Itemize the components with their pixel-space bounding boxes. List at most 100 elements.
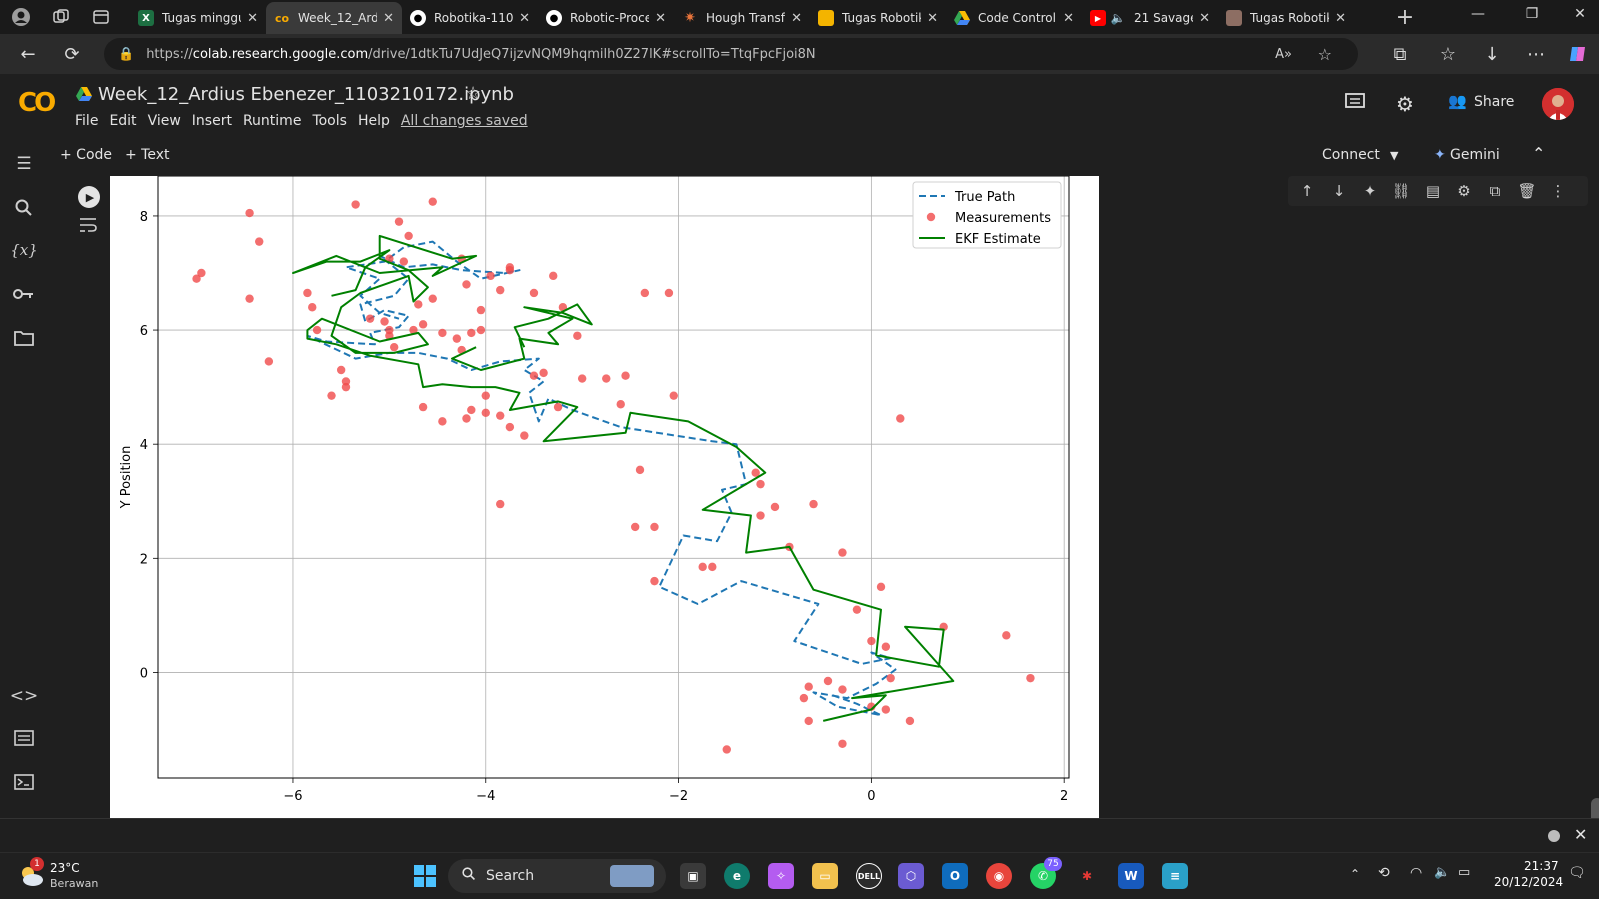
- menu-edit[interactable]: Edit: [109, 113, 136, 129]
- restore-icon[interactable]: ❐: [1518, 6, 1546, 22]
- lock-icon[interactable]: 🔒: [118, 47, 134, 62]
- comment-icon[interactable]: ▤: [1422, 180, 1444, 202]
- downloads-icon[interactable]: ↓: [1480, 42, 1504, 66]
- table-of-contents-icon[interactable]: ☰: [12, 152, 36, 176]
- run-cell-icon[interactable]: ▶: [78, 186, 100, 208]
- menu-view[interactable]: View: [148, 113, 181, 129]
- tab-2[interactable]: ● Robotika-1103 ✕: [402, 2, 538, 34]
- close-icon[interactable]: ✕: [383, 11, 394, 26]
- tab-7[interactable]: ▶ 🔈 21 Savage ✕: [1082, 2, 1218, 34]
- clock-date[interactable]: 20/12/2024: [1494, 875, 1563, 889]
- edge-icon[interactable]: e: [724, 863, 750, 889]
- back-icon[interactable]: ←: [16, 42, 40, 66]
- comments-icon[interactable]: [1344, 92, 1366, 117]
- tab-0[interactable]: X Tugas mingguan ✕: [130, 2, 266, 34]
- menu-help[interactable]: Help: [358, 113, 390, 129]
- settings-icon[interactable]: ⚙: [1396, 92, 1414, 116]
- copilot-icon[interactable]: ✧: [768, 863, 794, 889]
- extensions-icon[interactable]: ⧉: [1388, 42, 1412, 66]
- more-options-icon[interactable]: ⋮: [1547, 180, 1569, 202]
- terminal-icon[interactable]: [12, 770, 36, 794]
- menu-file[interactable]: File: [75, 113, 98, 129]
- variables-icon[interactable]: {x}: [10, 238, 38, 262]
- reload-icon[interactable]: ⟳: [60, 42, 84, 66]
- tab-1[interactable]: co Week_12_Ardius ✕: [266, 2, 402, 34]
- profile-icon[interactable]: [10, 6, 32, 28]
- minimize-icon[interactable]: —: [1464, 6, 1492, 22]
- tab-4[interactable]: ✷ Hough Transform ✕: [674, 2, 810, 34]
- link-icon[interactable]: ⛓: [1390, 180, 1412, 202]
- close-icon[interactable]: ✕: [791, 11, 802, 26]
- visual-studio-icon[interactable]: ⬡: [898, 863, 924, 889]
- menu-tools[interactable]: Tools: [312, 113, 347, 129]
- menu-insert[interactable]: Insert: [192, 113, 232, 129]
- tab-actions-icon[interactable]: [90, 6, 112, 28]
- output-actions-icon[interactable]: [78, 216, 98, 238]
- close-icon[interactable]: ✕: [655, 11, 666, 26]
- close-icon[interactable]: ✕: [1574, 825, 1587, 844]
- taskbar-search[interactable]: Search: [448, 859, 666, 893]
- favorites-icon[interactable]: ☆: [1436, 42, 1460, 66]
- battery-icon[interactable]: ▭: [1458, 865, 1470, 880]
- wifi-icon[interactable]: ◠: [1410, 865, 1422, 881]
- share-button[interactable]: Share: [1474, 94, 1514, 110]
- gemini-button[interactable]: Gemini: [1450, 147, 1500, 163]
- read-aloud-icon[interactable]: A»: [1275, 47, 1292, 62]
- favorite-star-icon[interactable]: ☆: [1318, 45, 1332, 64]
- notifications-icon[interactable]: 🗨: [1568, 865, 1586, 881]
- move-up-icon[interactable]: ↑: [1296, 180, 1318, 202]
- task-view-icon[interactable]: ▣: [680, 863, 706, 889]
- windows-start-icon[interactable]: [412, 863, 438, 889]
- volume-icon[interactable]: 🔈: [1434, 865, 1450, 880]
- search-icon[interactable]: [12, 196, 36, 220]
- code-snippets-icon[interactable]: <>: [10, 684, 39, 708]
- copilot-icon[interactable]: [1566, 42, 1590, 66]
- avatar[interactable]: [1542, 88, 1574, 120]
- more-icon[interactable]: ⋯: [1524, 42, 1548, 66]
- connect-button[interactable]: Connect: [1322, 147, 1380, 163]
- tab-5[interactable]: Tugas Robotika ✕: [810, 2, 946, 34]
- cell-settings-icon[interactable]: ⚙: [1453, 180, 1475, 202]
- close-icon[interactable]: ✕: [927, 11, 938, 26]
- delete-icon[interactable]: 🗑: [1516, 180, 1538, 202]
- notepad-icon[interactable]: ≡: [1162, 863, 1188, 889]
- workspaces-icon[interactable]: [50, 6, 72, 28]
- close-icon[interactable]: ✕: [1199, 11, 1210, 26]
- chevron-down-icon[interactable]: ▼: [1390, 149, 1398, 162]
- word-icon[interactable]: W: [1118, 863, 1144, 889]
- move-down-icon[interactable]: ↓: [1328, 180, 1350, 202]
- new-tab-icon[interactable]: +: [1394, 5, 1416, 30]
- share-people-icon[interactable]: 👥: [1448, 92, 1467, 110]
- outlook-icon[interactable]: O: [942, 863, 968, 889]
- speaker-icon[interactable]: 🔈: [1110, 10, 1126, 26]
- clock-time[interactable]: 21:37: [1524, 859, 1559, 873]
- chrome-icon[interactable]: ◉: [986, 863, 1012, 889]
- close-window-icon[interactable]: ✕: [1566, 6, 1594, 22]
- chevron-up-icon[interactable]: ⌃: [1350, 867, 1360, 881]
- close-icon[interactable]: ✕: [1335, 11, 1346, 26]
- close-icon[interactable]: ✕: [247, 11, 258, 26]
- url-field[interactable]: 🔒 https://colab.research.google.com/driv…: [104, 38, 1358, 70]
- add-code-button[interactable]: + Code: [60, 147, 112, 163]
- secrets-key-icon[interactable]: [12, 282, 36, 306]
- chevron-up-icon[interactable]: ⌃: [1532, 144, 1545, 163]
- colab-logo[interactable]: CO: [18, 88, 56, 118]
- command-palette-icon[interactable]: [12, 726, 36, 750]
- add-text-button[interactable]: + Text: [125, 147, 170, 163]
- notebook-title[interactable]: Week_12_Ardius Ebenezer_1103210172.ipynb: [98, 84, 514, 105]
- tab-3[interactable]: ● Robotic-Process ✕: [538, 2, 674, 34]
- menu-runtime[interactable]: Runtime: [243, 113, 301, 129]
- weather-icon[interactable]: 1: [16, 857, 46, 891]
- sparkle-icon[interactable]: ✦: [1359, 180, 1381, 202]
- files-folder-icon[interactable]: [12, 326, 36, 350]
- drive-icon[interactable]: [76, 86, 92, 102]
- gemini-icon[interactable]: ✦: [1434, 147, 1446, 163]
- star-icon[interactable]: ☆: [465, 83, 481, 104]
- dell-icon[interactable]: DELL: [856, 863, 882, 889]
- close-icon[interactable]: ✕: [519, 11, 530, 26]
- tab-8[interactable]: Tugas Robotika ✕: [1218, 2, 1354, 34]
- save-status[interactable]: All changes saved: [401, 113, 528, 129]
- mirror-cell-icon[interactable]: ⧉: [1484, 180, 1506, 202]
- tab-6[interactable]: Code Controller ✕: [946, 2, 1082, 34]
- app-spider-icon[interactable]: ✱: [1074, 863, 1100, 889]
